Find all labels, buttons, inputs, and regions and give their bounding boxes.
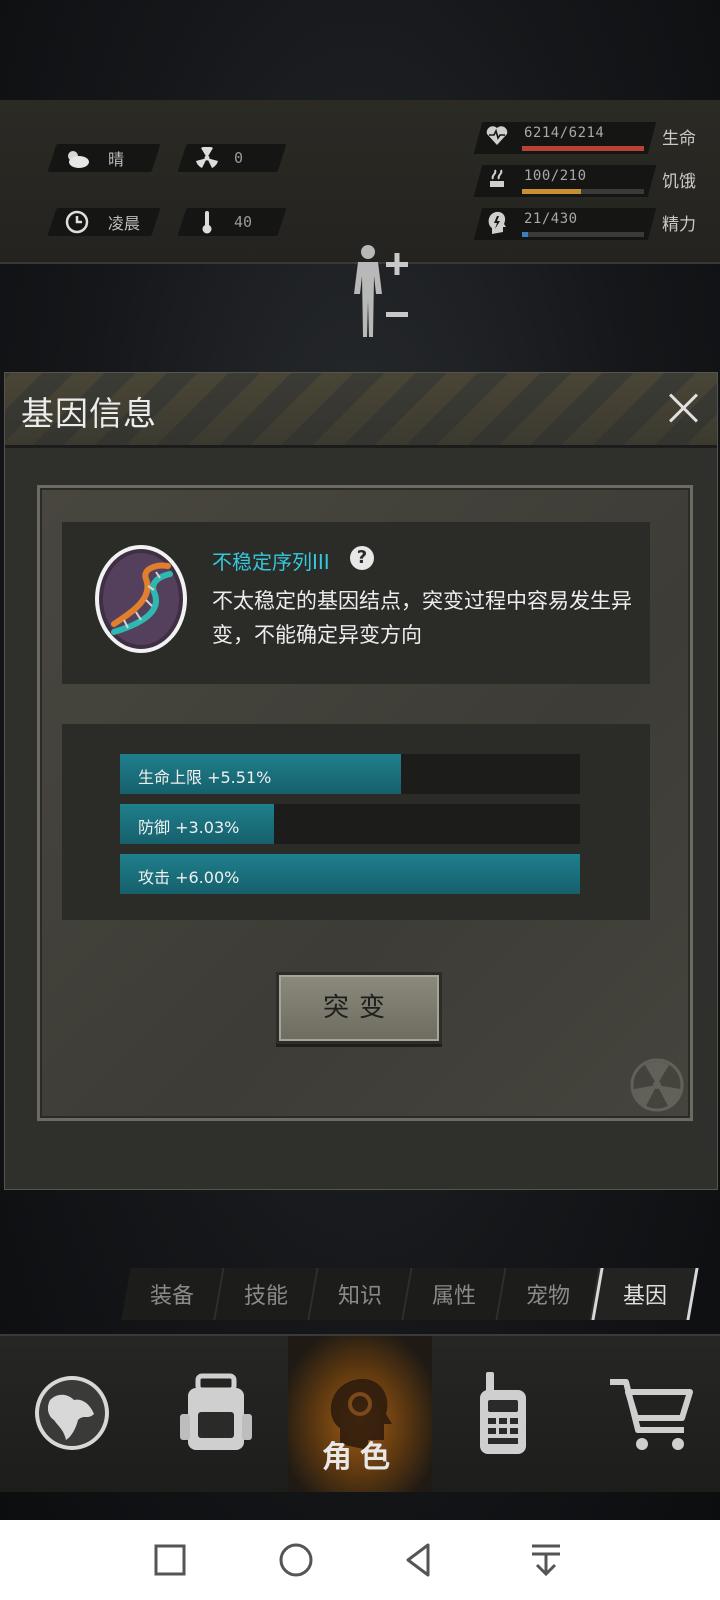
body-status-icon[interactable] [350, 242, 420, 342]
stat-label: 防御 +3.03% [138, 818, 240, 837]
time-stat: 凌晨 [47, 208, 161, 236]
tab-label: 基因 [622, 1284, 667, 1309]
health-label: 生命 [662, 129, 696, 149]
cloudy-sun-icon [64, 145, 90, 171]
tab-label: 装备 [149, 1284, 194, 1309]
status-bar: 晴 0 凌晨 40 6214/6214 生命 100/210 饥饿 21/430… [0, 100, 720, 337]
notification-pulldown-icon[interactable] [526, 1540, 566, 1580]
tab-label: 知识 [337, 1284, 382, 1309]
food-icon [484, 167, 510, 193]
stat-label: 生命上限 +5.51% [138, 768, 272, 787]
stat-bar-attack: 攻击 +6.00% [120, 854, 580, 894]
tab-genes[interactable]: 基因 [591, 1268, 699, 1320]
recent-apps-icon[interactable] [150, 1540, 190, 1580]
hunger-value: 100/210 [524, 168, 587, 184]
temperature-value: 40 [234, 213, 253, 231]
tab-skills[interactable]: 技能 [215, 1268, 319, 1320]
heart-pulse-icon [484, 124, 510, 150]
tab-label: 宠物 [525, 1284, 570, 1309]
shopping-cart-icon [610, 1379, 693, 1450]
health-value: 6214/6214 [524, 125, 605, 141]
health-fill [522, 146, 644, 151]
nav-map[interactable] [0, 1336, 144, 1492]
globe-icon [35, 1376, 109, 1450]
tab-attributes[interactable]: 属性 [403, 1268, 507, 1320]
category-tabs: 装备 技能 知识 属性 宠物 基因 [121, 1268, 699, 1322]
tab-label: 属性 [431, 1284, 476, 1309]
energy-value: 21/430 [524, 211, 578, 227]
stat-bar-defense: 防御 +3.03% [120, 804, 580, 844]
health-bar: 6214/6214 生命 [473, 122, 718, 154]
stat-label: 攻击 +6.00% [138, 868, 240, 887]
radiation-icon [194, 145, 220, 171]
tab-equipment[interactable]: 装备 [121, 1268, 225, 1320]
gene-info-dialog: 基因信息 不稳定序列III ? 不太稳定的基因结点，突变过程中容易发生异变，不能… [4, 372, 718, 1190]
dna-icon [94, 544, 188, 654]
thermometer-icon [194, 209, 220, 235]
dialog-title: 基因信息 [21, 394, 157, 433]
back-icon[interactable] [400, 1540, 440, 1580]
nav-backpack[interactable] [144, 1336, 288, 1492]
system-nav-bar [0, 1520, 720, 1600]
nav-shop[interactable] [576, 1336, 720, 1492]
brain-energy-icon [484, 210, 510, 236]
tab-label: 技能 [243, 1284, 288, 1309]
nav-radio[interactable] [432, 1336, 576, 1492]
tab-knowledge[interactable]: 知识 [309, 1268, 413, 1320]
gene-description: 不太稳定的基因结点，突变过程中容易发生异变，不能确定异变方向 [212, 589, 632, 647]
hunger-label: 饥饿 [662, 172, 696, 192]
radiation-watermark-icon [630, 1058, 684, 1112]
backpack-icon [180, 1373, 252, 1450]
mutate-button[interactable]: 突变 [276, 972, 442, 1044]
stat-bar-hp: 生命上限 +5.51% [120, 754, 580, 794]
radiation-value: 0 [234, 149, 244, 167]
radiation-stat: 0 [177, 144, 287, 172]
nav-character[interactable]: 角色 [288, 1336, 432, 1492]
weather-label: 晴 [108, 150, 125, 169]
nav-label-character: 角色 [322, 1440, 398, 1475]
home-icon[interactable] [276, 1540, 316, 1580]
tab-pets[interactable]: 宠物 [497, 1268, 601, 1320]
energy-fill [522, 232, 529, 237]
walkie-talkie-icon [480, 1372, 526, 1454]
help-icon[interactable]: ? [350, 546, 374, 570]
dialog-header: 基因信息 [5, 373, 717, 448]
energy-bar: 21/430 精力 [473, 208, 718, 240]
hunger-bar: 100/210 饥饿 [473, 165, 718, 197]
clock-icon [64, 209, 90, 235]
bottom-nav: 角色 [0, 1334, 720, 1492]
gene-stats-box: 生命上限 +5.51% 防御 +3.03% 攻击 +6.00% [62, 724, 650, 920]
weather-stat: 晴 [47, 144, 161, 172]
gene-info-box: 不稳定序列III ? 不太稳定的基因结点，突变过程中容易发生异变，不能确定异变方… [62, 522, 650, 684]
energy-label: 精力 [662, 215, 696, 235]
time-label: 凌晨 [108, 214, 141, 233]
close-icon[interactable] [663, 387, 703, 427]
temperature-stat: 40 [177, 208, 287, 236]
gene-panel: 不稳定序列III ? 不太稳定的基因结点，突变过程中容易发生异变，不能确定异变方… [37, 485, 693, 1121]
gene-name: 不稳定序列III [212, 550, 330, 574]
hunger-fill [522, 189, 581, 194]
